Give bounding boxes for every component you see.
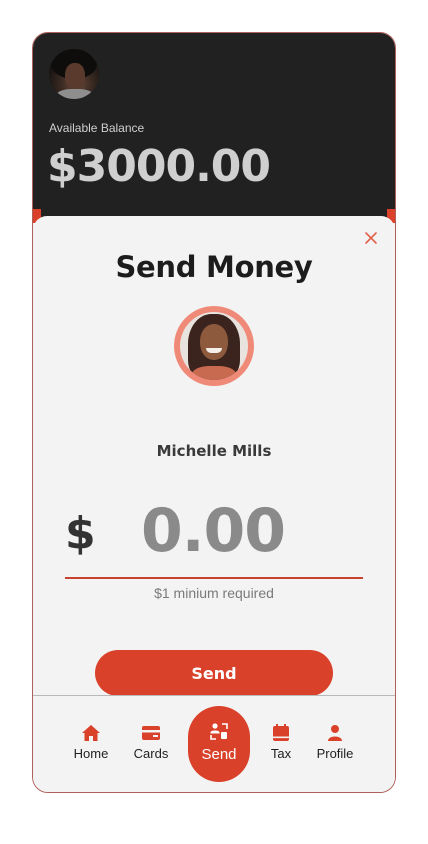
nav-label-send: Send <box>201 746 237 763</box>
recipient-name: Michelle Mills <box>156 442 272 460</box>
nav-item-profile[interactable]: Profile <box>307 724 363 764</box>
recipient-avatar <box>174 306 254 386</box>
nav-item-home[interactable]: Home <box>63 724 119 764</box>
amount-input[interactable] <box>141 498 341 564</box>
amount-hint: $1 minium required <box>154 585 274 601</box>
currency-symbol: $ <box>65 508 96 559</box>
send-money-sheet: Send Money Michelle Mills $ $1 minium re… <box>33 216 395 696</box>
nav-label-tax: Tax <box>270 746 292 761</box>
bottom-nav: Home Cards Send Tax Profile <box>33 695 395 792</box>
nav-label-home: Home <box>73 746 109 761</box>
card-icon <box>142 726 160 740</box>
phone-frame: Available Balance $3000.00 Send Money Mi… <box>32 32 396 793</box>
page-title: Send Money <box>115 250 313 284</box>
nav-item-tax[interactable]: Tax <box>253 724 309 764</box>
recipient-face <box>200 324 228 360</box>
balance-value: $3000.00 <box>47 141 271 192</box>
home-icon <box>82 725 100 741</box>
close-icon[interactable] <box>363 230 379 246</box>
avatar-shoulder <box>55 89 95 99</box>
user-avatar[interactable] <box>49 49 99 99</box>
calendar-icon <box>273 724 289 741</box>
recipient-smile <box>206 348 222 353</box>
recipient-photo <box>180 312 248 380</box>
send-button[interactable]: Send <box>95 650 333 696</box>
recipient-top <box>192 366 236 380</box>
balance-label: Available Balance <box>49 121 145 135</box>
nav-item-cards[interactable]: Cards <box>123 724 179 764</box>
send-money-icon <box>210 723 228 740</box>
amount-underline <box>65 577 363 579</box>
avatar-face <box>65 63 85 89</box>
nav-item-send[interactable]: Send <box>188 706 250 782</box>
profile-icon <box>328 725 342 741</box>
balance-header: Available Balance $3000.00 <box>33 33 395 219</box>
nav-label-cards: Cards <box>133 746 169 761</box>
nav-label-profile: Profile <box>316 746 354 761</box>
